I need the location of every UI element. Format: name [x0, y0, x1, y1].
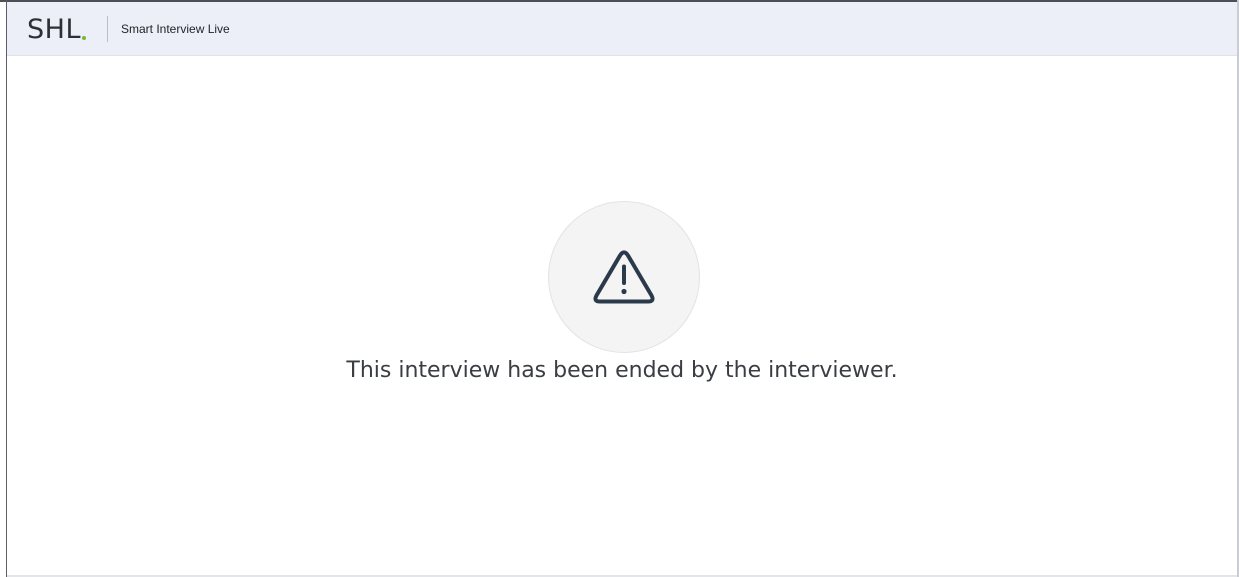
product-name: Smart Interview Live — [121, 22, 230, 36]
alert-icon-circle — [548, 201, 700, 353]
logo-text: SHL — [27, 14, 81, 45]
warning-triangle-icon — [593, 250, 655, 304]
header-divider — [107, 16, 108, 42]
shl-logo: SHL — [27, 12, 86, 46]
app-header: SHL Smart Interview Live — [7, 2, 1237, 56]
logo-dot — [81, 36, 86, 40]
interview-ended-message: This interview has been ended by the int… — [346, 358, 898, 383]
app-window: SHL Smart Interview Live This interview … — [0, 0, 1239, 577]
main-content: This interview has been ended by the int… — [7, 56, 1237, 575]
